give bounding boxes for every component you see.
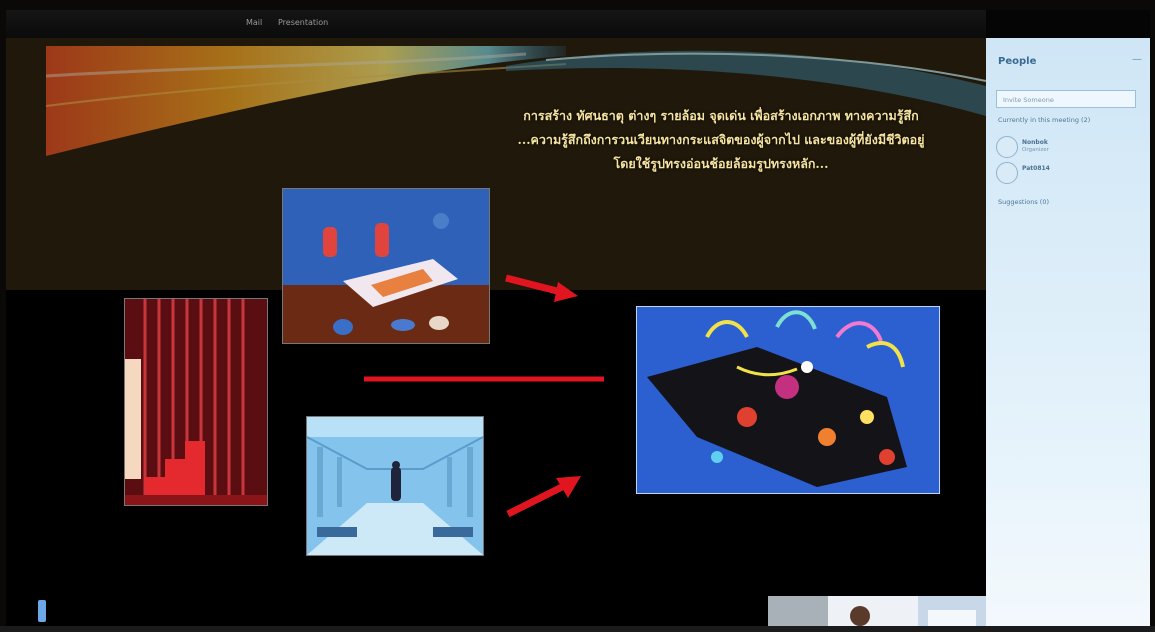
meeting-toolbar: Mail Presentation <box>6 10 986 38</box>
menu-item-presentation[interactable]: Presentation <box>278 18 328 27</box>
participant-name: Nonbok <box>1022 139 1048 146</box>
people-header: People <box>998 56 1037 67</box>
screen: Mail Presentation การสร้าง ทัศนธาตุ ต่าง… <box>6 10 1150 628</box>
in-meeting-label: Currently in this meeting (2) <box>998 116 1091 124</box>
arrow-top <box>505 274 578 302</box>
participant-item[interactable]: Nonbok Organizer <box>996 136 1136 160</box>
arrow-bottom <box>506 476 581 518</box>
pane-close-icon[interactable]: — <box>1132 54 1142 65</box>
presentation-slide: การสร้าง ทัศนธาตุ ต่างๆ รายล้อม จุดเด่น … <box>6 38 986 628</box>
participant-status: Organizer <box>1022 147 1049 153</box>
suggestions-label[interactable]: Suggestions (0) <box>998 198 1049 206</box>
avatar <box>996 136 1018 158</box>
participant-item[interactable]: Pat0814 <box>996 162 1136 186</box>
menu-item-mail[interactable]: Mail <box>246 18 262 27</box>
taskbar <box>0 626 1155 632</box>
avatar <box>996 162 1018 184</box>
invite-input[interactable]: Invite Someone <box>996 90 1136 108</box>
arrows-layer <box>364 274 604 518</box>
participant-name: Pat0814 <box>1022 165 1050 172</box>
start-icon[interactable] <box>38 600 46 622</box>
video-thumbnail[interactable] <box>768 596 986 628</box>
people-pane: People — Invite Someone Currently in thi… <box>986 38 1150 628</box>
